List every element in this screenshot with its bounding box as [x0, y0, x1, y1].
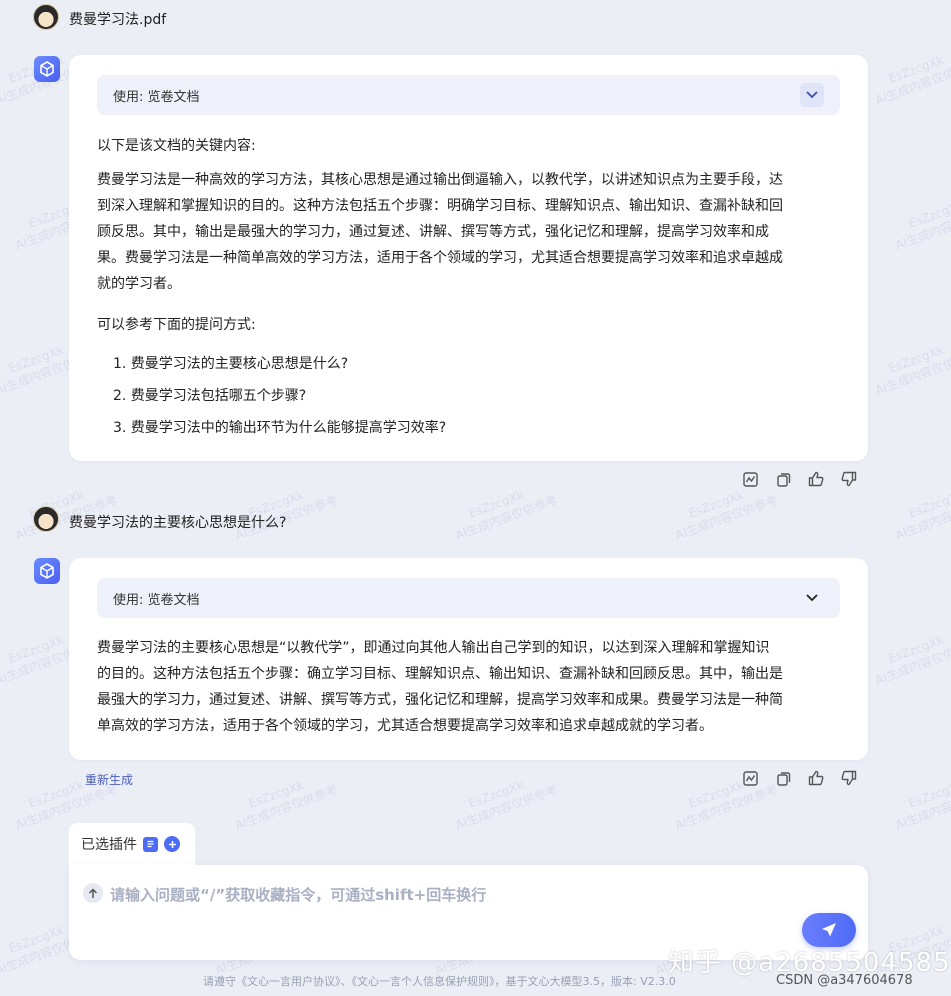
selected-plugins-tab[interactable]: 已选插件 [69, 823, 195, 865]
document-plugin-icon[interactable] [143, 836, 158, 852]
watermark-tile: EsZzcgXkAI生成内容仅供参考 [873, 52, 951, 108]
bot-cube-icon [40, 61, 54, 77]
chart-icon[interactable] [741, 769, 759, 787]
watermark-tile: EsZzcgXkAI生成内容仅供参考 [233, 777, 340, 833]
csdn-watermark: CSDN @a347604678 [776, 973, 913, 988]
plugin-usage-label: 使用: 览卷文档 [113, 592, 200, 608]
watermark-tile: EsZzcgXkAI生成内容仅供参考 [873, 342, 951, 398]
watermark-tile: EsZzcgXkAI生成内容仅供参考 [13, 487, 120, 543]
paragraph-line: 最强大的学习力，通过复述、讲解、撰写等方式，强化记忆和理解，提高学习效率和成果。… [97, 692, 783, 708]
response-paragraph: 费曼学习法是一种高效的学习方法，其核心思想是通过输出倒逼输入，以教代学，以讲述知… [97, 167, 847, 297]
plugin-usage-bar[interactable]: 使用: 览卷文档 [97, 75, 840, 115]
watermark-tile: EsZzcgXkAI生成内容仅供参考 [453, 777, 560, 833]
bot-response-card: 使用: 览卷文档 以下是该文档的关键内容: 费曼学习法是一种高效的学习方法，其核… [69, 55, 868, 461]
footer-disclaimer: 请遵守《文心一言用户协议》、《文心一言个人信息保护规则》，基于文心大模型3.5，… [203, 975, 676, 988]
message-actions [741, 470, 858, 488]
paragraph-line: 就的学习者。 [97, 276, 181, 292]
response-intro: 以下是该文档的关键内容: [97, 138, 256, 154]
response-paragraph: 费曼学习法的主要核心思想是“以教代学”，即通过向其他人输出自己学到的知识，以达到… [97, 635, 847, 739]
upload-icon[interactable] [83, 883, 103, 903]
message-actions [741, 769, 858, 787]
watermark-tile: EsZzcgXkAI生成内容仅供参考 [893, 487, 951, 543]
plugin-usage-bar[interactable]: 使用: 览卷文档 [97, 578, 840, 618]
copy-icon[interactable] [774, 470, 792, 488]
paragraph-line: 顾反思。其中，输出是最强大的学习力，通过复述、讲解、撰写等方式，强化记忆和理解，… [97, 224, 769, 240]
suggestion-title: 可以参考下面的提问方式: [97, 317, 256, 333]
add-plugin-icon[interactable] [164, 836, 180, 852]
user-message-text: 费曼学习法.pdf [69, 12, 167, 28]
thumbs-down-icon[interactable] [840, 470, 858, 488]
chart-icon[interactable] [741, 470, 759, 488]
suggested-question[interactable]: 3. 费曼学习法中的输出环节为什么能够提高学习效率? [97, 412, 797, 444]
bot-cube-icon [40, 563, 54, 579]
regenerate-button[interactable]: 重新生成 [85, 771, 133, 788]
watermark-tile: EsZzcgXkAI生成内容仅供参考 [873, 632, 951, 688]
user-avatar [33, 4, 59, 30]
paragraph-line: 费曼学习法是一种高效的学习方法，其核心思想是通过输出倒逼输入，以教代学，以讲述知… [97, 172, 783, 188]
bot-response-card: 使用: 览卷文档 费曼学习法的主要核心思想是“以教代学”，即通过向其他人输出自己… [69, 558, 868, 760]
chevron-down-icon[interactable] [800, 83, 824, 107]
thumbs-down-icon[interactable] [840, 769, 858, 787]
plugin-usage-label: 使用: 览卷文档 [113, 89, 200, 105]
suggested-question[interactable]: 2. 费曼学习法包括哪五个步骤? [97, 380, 797, 412]
watermark-tile: EsZzcgXkAI生成内容仅供参考 [233, 487, 340, 543]
chevron-down-icon[interactable] [800, 586, 824, 610]
paragraph-line: 到深入理解和掌握知识的目的。这种方法包括五个步骤：明确学习目标、理解知识点、输出… [97, 198, 783, 214]
selected-plugins-label: 已选插件 [81, 837, 137, 853]
bot-avatar [34, 56, 60, 82]
paragraph-line: 费曼学习法的主要核心思想是“以教代学”，即通过向其他人输出自己学到的知识，以达到… [97, 640, 770, 656]
thumbs-up-icon[interactable] [807, 769, 825, 787]
thumbs-up-icon[interactable] [807, 470, 825, 488]
bot-avatar [34, 558, 60, 584]
paragraph-line: 单高效的学习方法，适用于各个领域的学习，尤其适合想要提高学习效率和追求卓越成就的… [97, 718, 713, 734]
suggested-questions: 1. 费曼学习法的主要核心思想是什么? 2. 费曼学习法包括哪五个步骤? 3. … [97, 348, 797, 444]
watermark-tile: EsZzcgXkAI生成内容仅供参考 [893, 197, 951, 253]
user-avatar [33, 506, 59, 532]
paragraph-line: 果。费曼学习法是一种简单高效的学习方法，适用于各个领域的学习，尤其适合想要提高学… [97, 250, 783, 266]
paragraph-line: 的目的。这种方法包括五个步骤：确立学习目标、理解知识点、输出知识、查漏补缺和回顾… [97, 666, 783, 682]
watermark-tile: EsZzcgXkAI生成内容仅供参考 [453, 487, 560, 543]
watermark-tile: EsZzcgXkAI生成内容仅供参考 [893, 777, 951, 833]
suggested-question[interactable]: 1. 费曼学习法的主要核心思想是什么? [97, 348, 797, 380]
copy-icon[interactable] [774, 769, 792, 787]
user-message-text: 费曼学习法的主要核心思想是什么? [69, 515, 287, 531]
chat-input-placeholder[interactable]: 请输入问题或“/”获取收藏指令，可通过shift+回车换行 [110, 884, 486, 905]
send-icon [822, 923, 836, 937]
